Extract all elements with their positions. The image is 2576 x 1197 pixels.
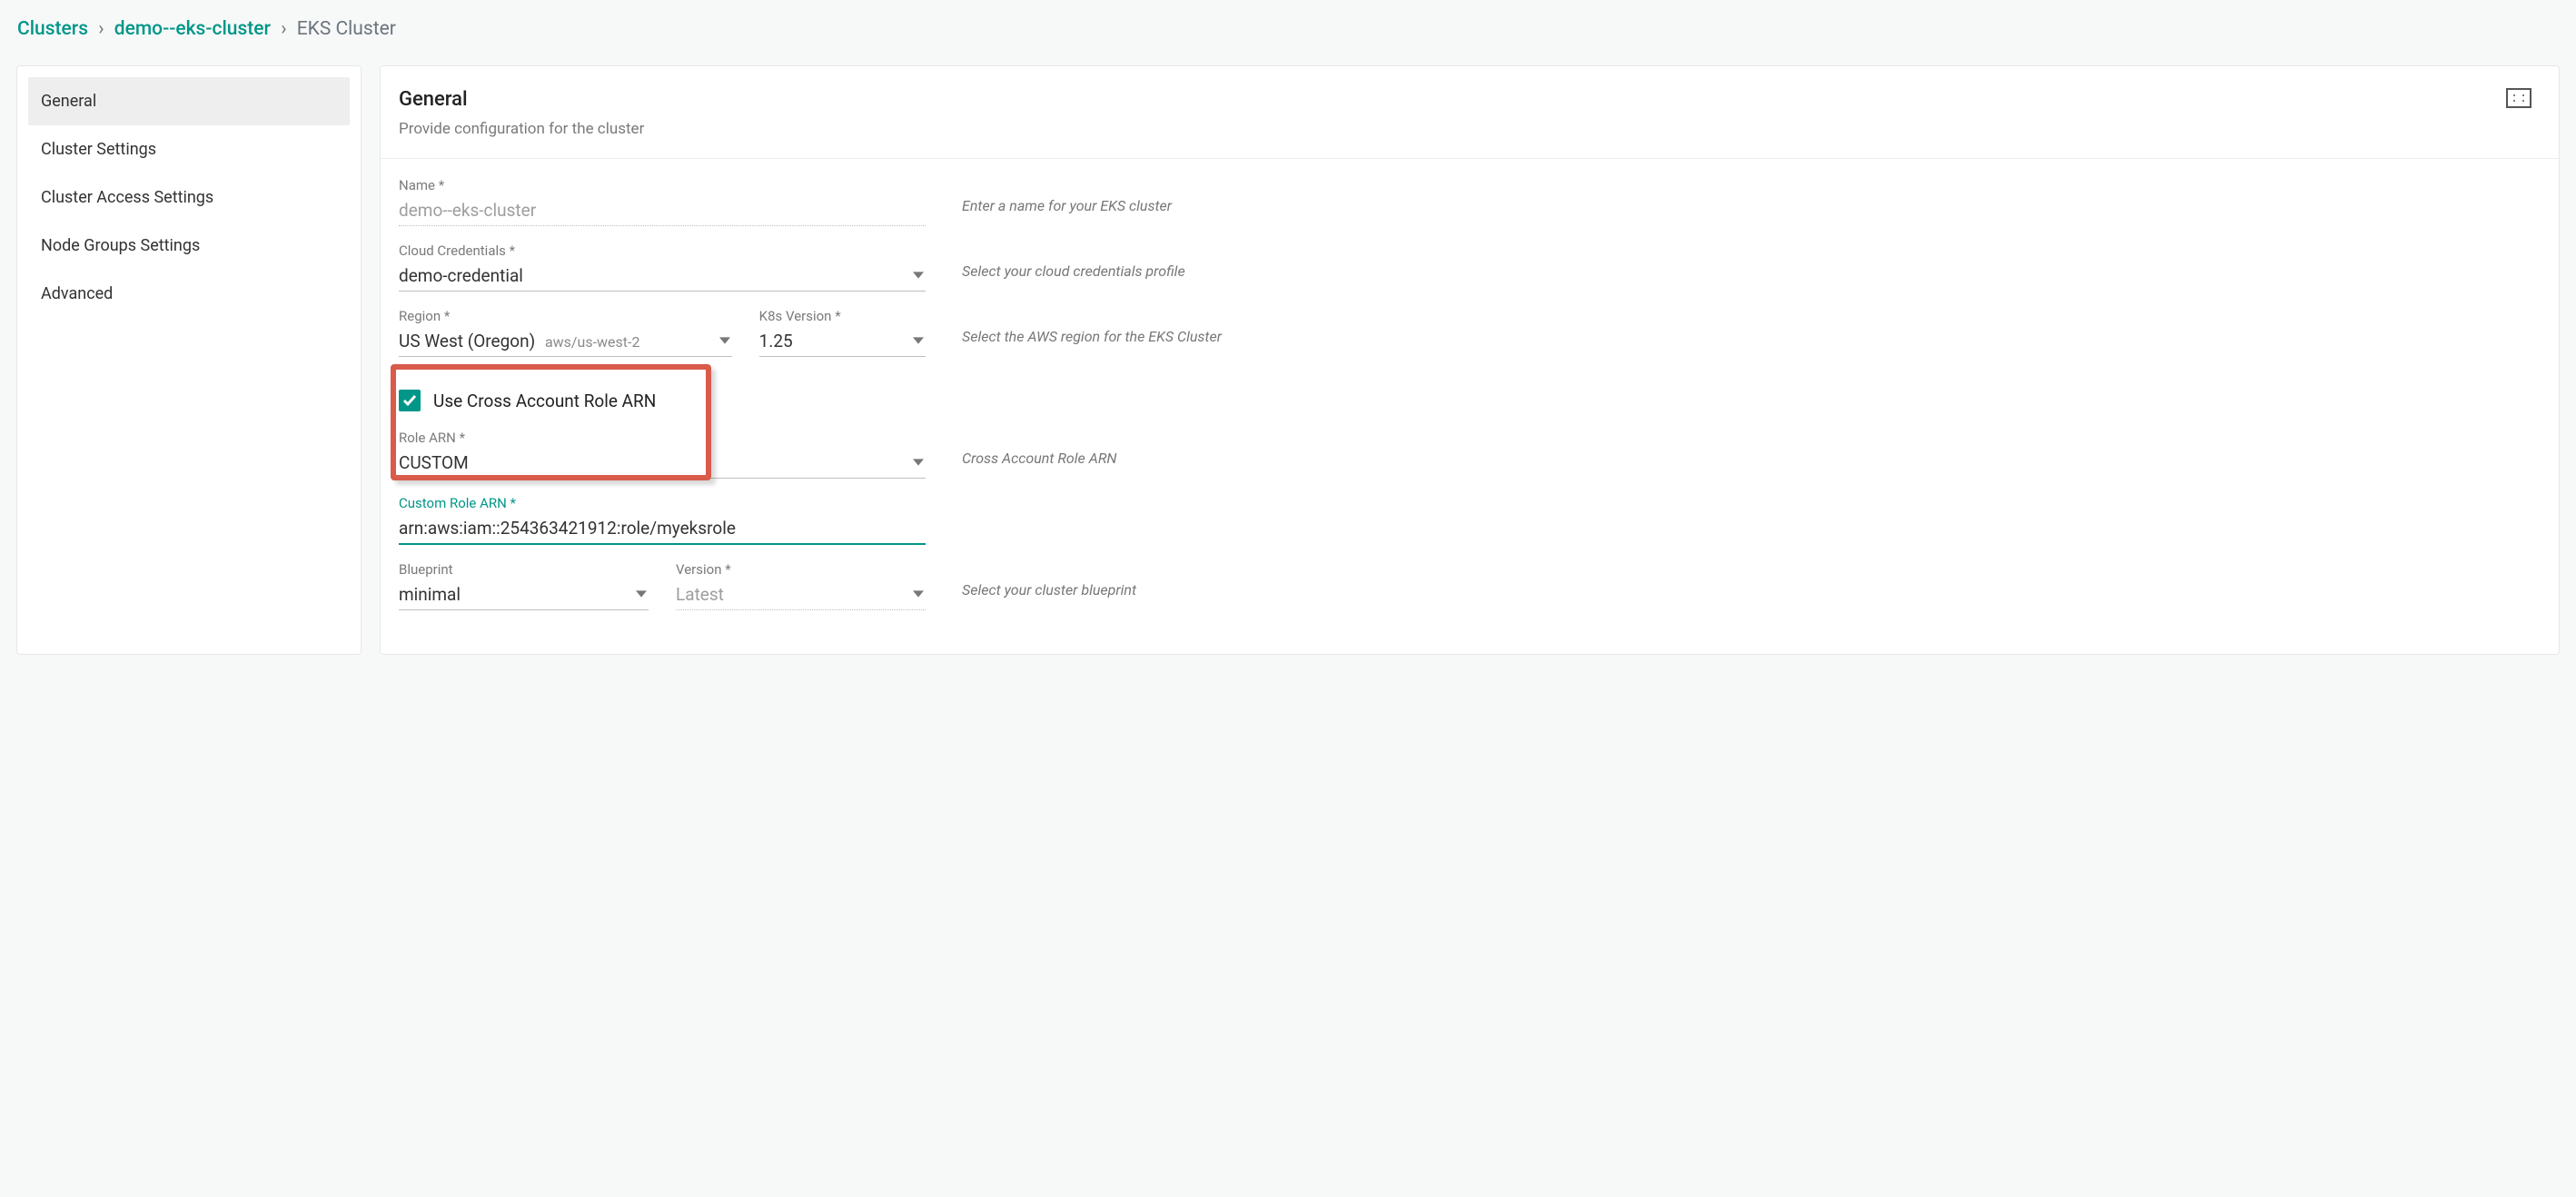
name-input[interactable]: demo--eks-cluster [399,196,926,226]
k8s-version-label: K8s Version * [759,308,926,324]
breadcrumb-sep-icon: › [98,18,104,40]
expand-icon [2512,93,2526,104]
blueprint-hint: Select your cluster blueprint [926,561,2541,598]
custom-role-arn-label: Custom Role ARN * [399,495,926,511]
cross-account-checkbox[interactable] [399,390,421,411]
role-arn-label: Role ARN * [399,430,926,446]
cloud-credentials-select[interactable]: demo-credential [399,262,926,292]
page-subtitle: Provide configuration for the cluster [399,120,644,138]
region-hint: Select the AWS region for the EKS Cluste… [926,308,2541,345]
version-select[interactable]: Latest [676,580,926,610]
role-arn-hint: Cross Account Role ARN [926,430,2541,467]
version-label: Version * [676,561,926,578]
k8s-version-select[interactable]: 1.25 [759,327,926,357]
role-arn-select[interactable]: CUSTOM [399,449,926,479]
blueprint-label: Blueprint [399,561,649,578]
cloud-credentials-hint: Select your cloud credentials profile [926,242,2541,280]
sidebar-item-cluster-settings[interactable]: Cluster Settings [28,125,350,173]
breadcrumb: Clusters › demo--eks-cluster › EKS Clust… [17,18,2560,40]
expand-button[interactable] [2506,88,2531,108]
region-value: US West (Oregon) [399,331,535,351]
breadcrumb-current: EKS Cluster [297,18,396,40]
region-code: aws/us-west-2 [545,333,640,351]
cloud-credentials-label: Cloud Credentials * [399,242,926,259]
check-icon [402,393,417,408]
region-select[interactable]: US West (Oregon) aws/us-west-2 [399,327,732,357]
custom-role-arn-input[interactable] [399,514,926,545]
region-label: Region * [399,308,732,324]
sidebar: General Cluster Settings Cluster Access … [16,65,362,655]
name-label: Name * [399,177,926,193]
breadcrumb-sep-icon: › [281,18,286,40]
blueprint-select[interactable]: minimal [399,580,649,610]
breadcrumb-root[interactable]: Clusters [17,18,88,40]
sidebar-item-advanced[interactable]: Advanced [28,270,350,318]
sidebar-item-cluster-access-settings[interactable]: Cluster Access Settings [28,173,350,222]
breadcrumb-mid[interactable]: demo--eks-cluster [114,18,271,40]
sidebar-item-general[interactable]: General [28,77,350,125]
cross-account-label: Use Cross Account Role ARN [433,391,656,411]
sidebar-item-node-groups-settings[interactable]: Node Groups Settings [28,222,350,270]
main-panel: General Provide configuration for the cl… [380,65,2560,655]
page-title: General [399,88,644,111]
name-hint: Enter a name for your EKS cluster [926,177,2541,214]
